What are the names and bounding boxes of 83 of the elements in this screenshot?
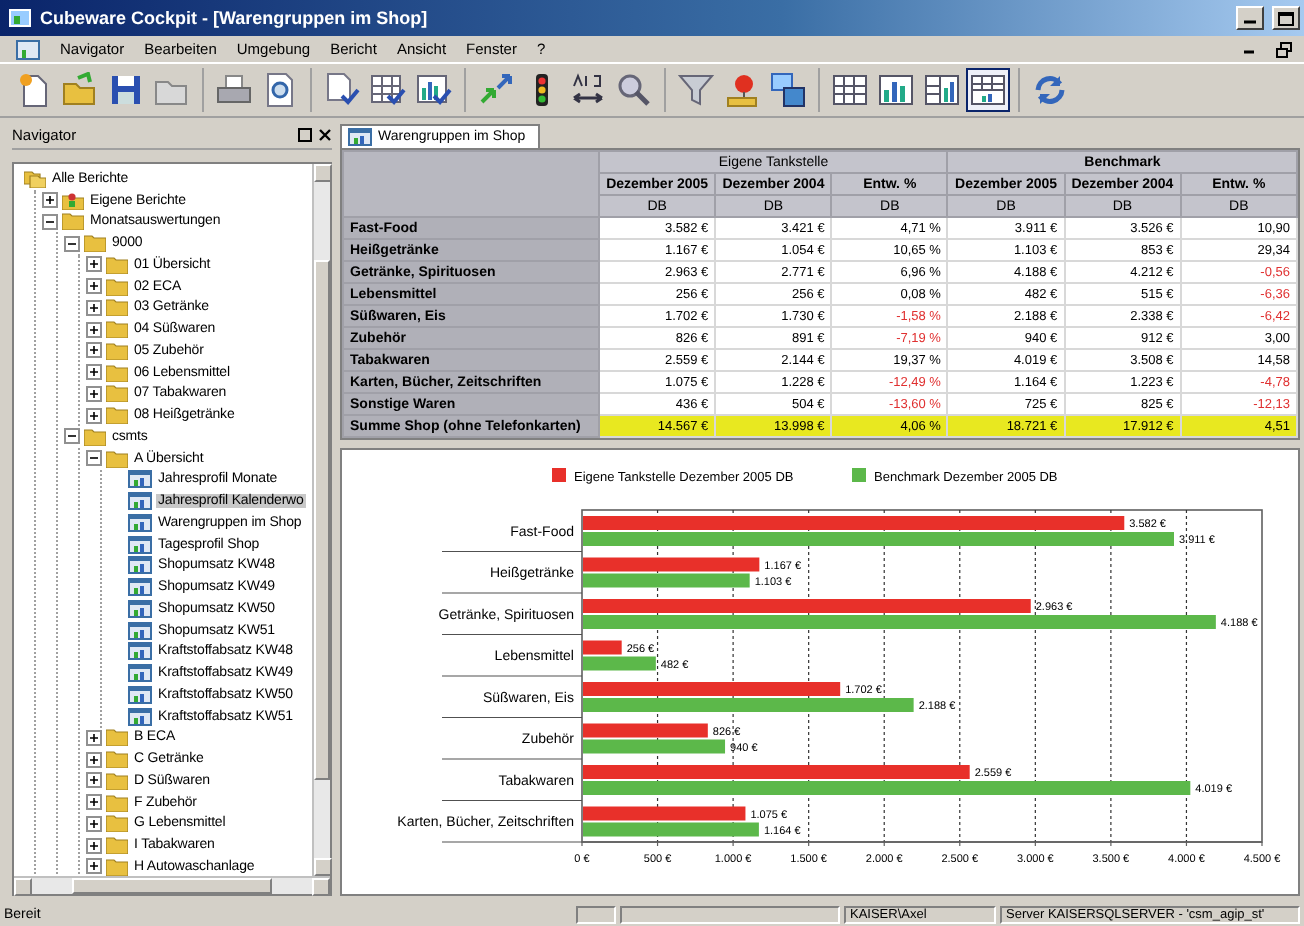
expand-toggle[interactable] (86, 815, 102, 832)
text-swap-icon[interactable] (570, 72, 606, 108)
folder-icon (106, 255, 128, 274)
expand-toggle[interactable] (42, 192, 58, 209)
expand-toggle[interactable] (86, 385, 102, 402)
folder-icon (106, 341, 128, 360)
save-icon[interactable] (108, 72, 144, 108)
report-icon (128, 535, 152, 554)
folder-icon (106, 449, 128, 468)
vertical-scrollbar[interactable] (312, 164, 330, 876)
report-icon (348, 128, 372, 146)
expand-toggle[interactable] (86, 299, 102, 316)
report-icon (128, 707, 152, 726)
report-icon (128, 513, 152, 532)
table-bar-chart-icon[interactable] (924, 72, 960, 108)
folder-icon (106, 814, 128, 833)
report-icon (128, 621, 152, 640)
expand-toggle[interactable] (42, 213, 58, 230)
expand-toggle[interactable] (64, 235, 80, 252)
folder-icon (106, 384, 128, 403)
folder-icon (106, 298, 128, 317)
expand-toggle[interactable] (86, 256, 102, 273)
report-icon (128, 492, 152, 511)
expand-toggle[interactable] (86, 278, 102, 295)
expand-toggle[interactable] (86, 837, 102, 854)
report-icon (128, 685, 152, 704)
new-document-icon[interactable] (16, 72, 52, 108)
folder-icon (106, 406, 128, 425)
document-check-icon[interactable] (324, 72, 360, 108)
chart-check-icon[interactable] (416, 72, 452, 108)
folder-icon (106, 728, 128, 747)
expand-toggle[interactable] (64, 428, 80, 445)
expand-toggle[interactable] (86, 858, 102, 875)
pin-icon[interactable] (724, 72, 760, 108)
expand-toggle[interactable] (86, 407, 102, 424)
maximize-icon (1278, 11, 1294, 25)
expand-toggle[interactable] (86, 751, 102, 768)
magnifier-icon[interactable] (616, 72, 652, 108)
horizontal-scrollbar[interactable] (14, 876, 330, 894)
table-check-icon[interactable] (370, 72, 406, 108)
arrows-icon[interactable] (478, 72, 514, 108)
report-icon (128, 578, 152, 597)
folder-icon (62, 212, 84, 231)
report-icon (128, 556, 152, 575)
folders-icon (24, 169, 46, 188)
table-chart-icon[interactable] (970, 72, 1006, 108)
print-preview-icon[interactable] (262, 72, 298, 108)
expand-toggle[interactable] (86, 772, 102, 789)
expand-toggle[interactable] (86, 321, 102, 338)
expand-toggle[interactable] (86, 794, 102, 811)
report-icon (128, 599, 152, 618)
bar-chart-icon[interactable] (878, 72, 914, 108)
folder-icon (106, 750, 128, 769)
expand-toggle[interactable] (86, 729, 102, 746)
folder-icon (84, 234, 106, 253)
expand-toggle[interactable] (86, 450, 102, 467)
folder-icon (106, 836, 128, 855)
report-icon (128, 470, 152, 489)
maximize-button[interactable] (1272, 6, 1300, 30)
windows-icon[interactable] (770, 72, 806, 108)
grid-icon[interactable] (832, 72, 868, 108)
folder-icon (106, 793, 128, 812)
folder-icon (106, 771, 128, 790)
float-icon[interactable] (298, 128, 312, 142)
restore-icon[interactable] (1276, 41, 1292, 57)
report-icon (128, 664, 152, 683)
document-icon[interactable] (16, 39, 40, 59)
window-title: Cubeware Cockpit - [Warengruppen im Shop] (40, 8, 430, 28)
status-pane (576, 906, 616, 924)
folder-icon (106, 320, 128, 339)
folder-icon (106, 277, 128, 296)
close-icon[interactable] (318, 128, 332, 142)
expand-toggle[interactable] (86, 342, 102, 359)
print-icon[interactable] (216, 72, 252, 108)
refresh-icon[interactable] (1032, 72, 1068, 108)
folder-person-icon (62, 191, 84, 210)
minimize-button[interactable] (1236, 6, 1264, 30)
expand-toggle[interactable] (86, 364, 102, 381)
folder-icon (84, 427, 106, 446)
filter-icon[interactable] (678, 72, 714, 108)
app-icon (8, 6, 32, 30)
folder-icon (106, 363, 128, 382)
report-icon (128, 642, 152, 661)
